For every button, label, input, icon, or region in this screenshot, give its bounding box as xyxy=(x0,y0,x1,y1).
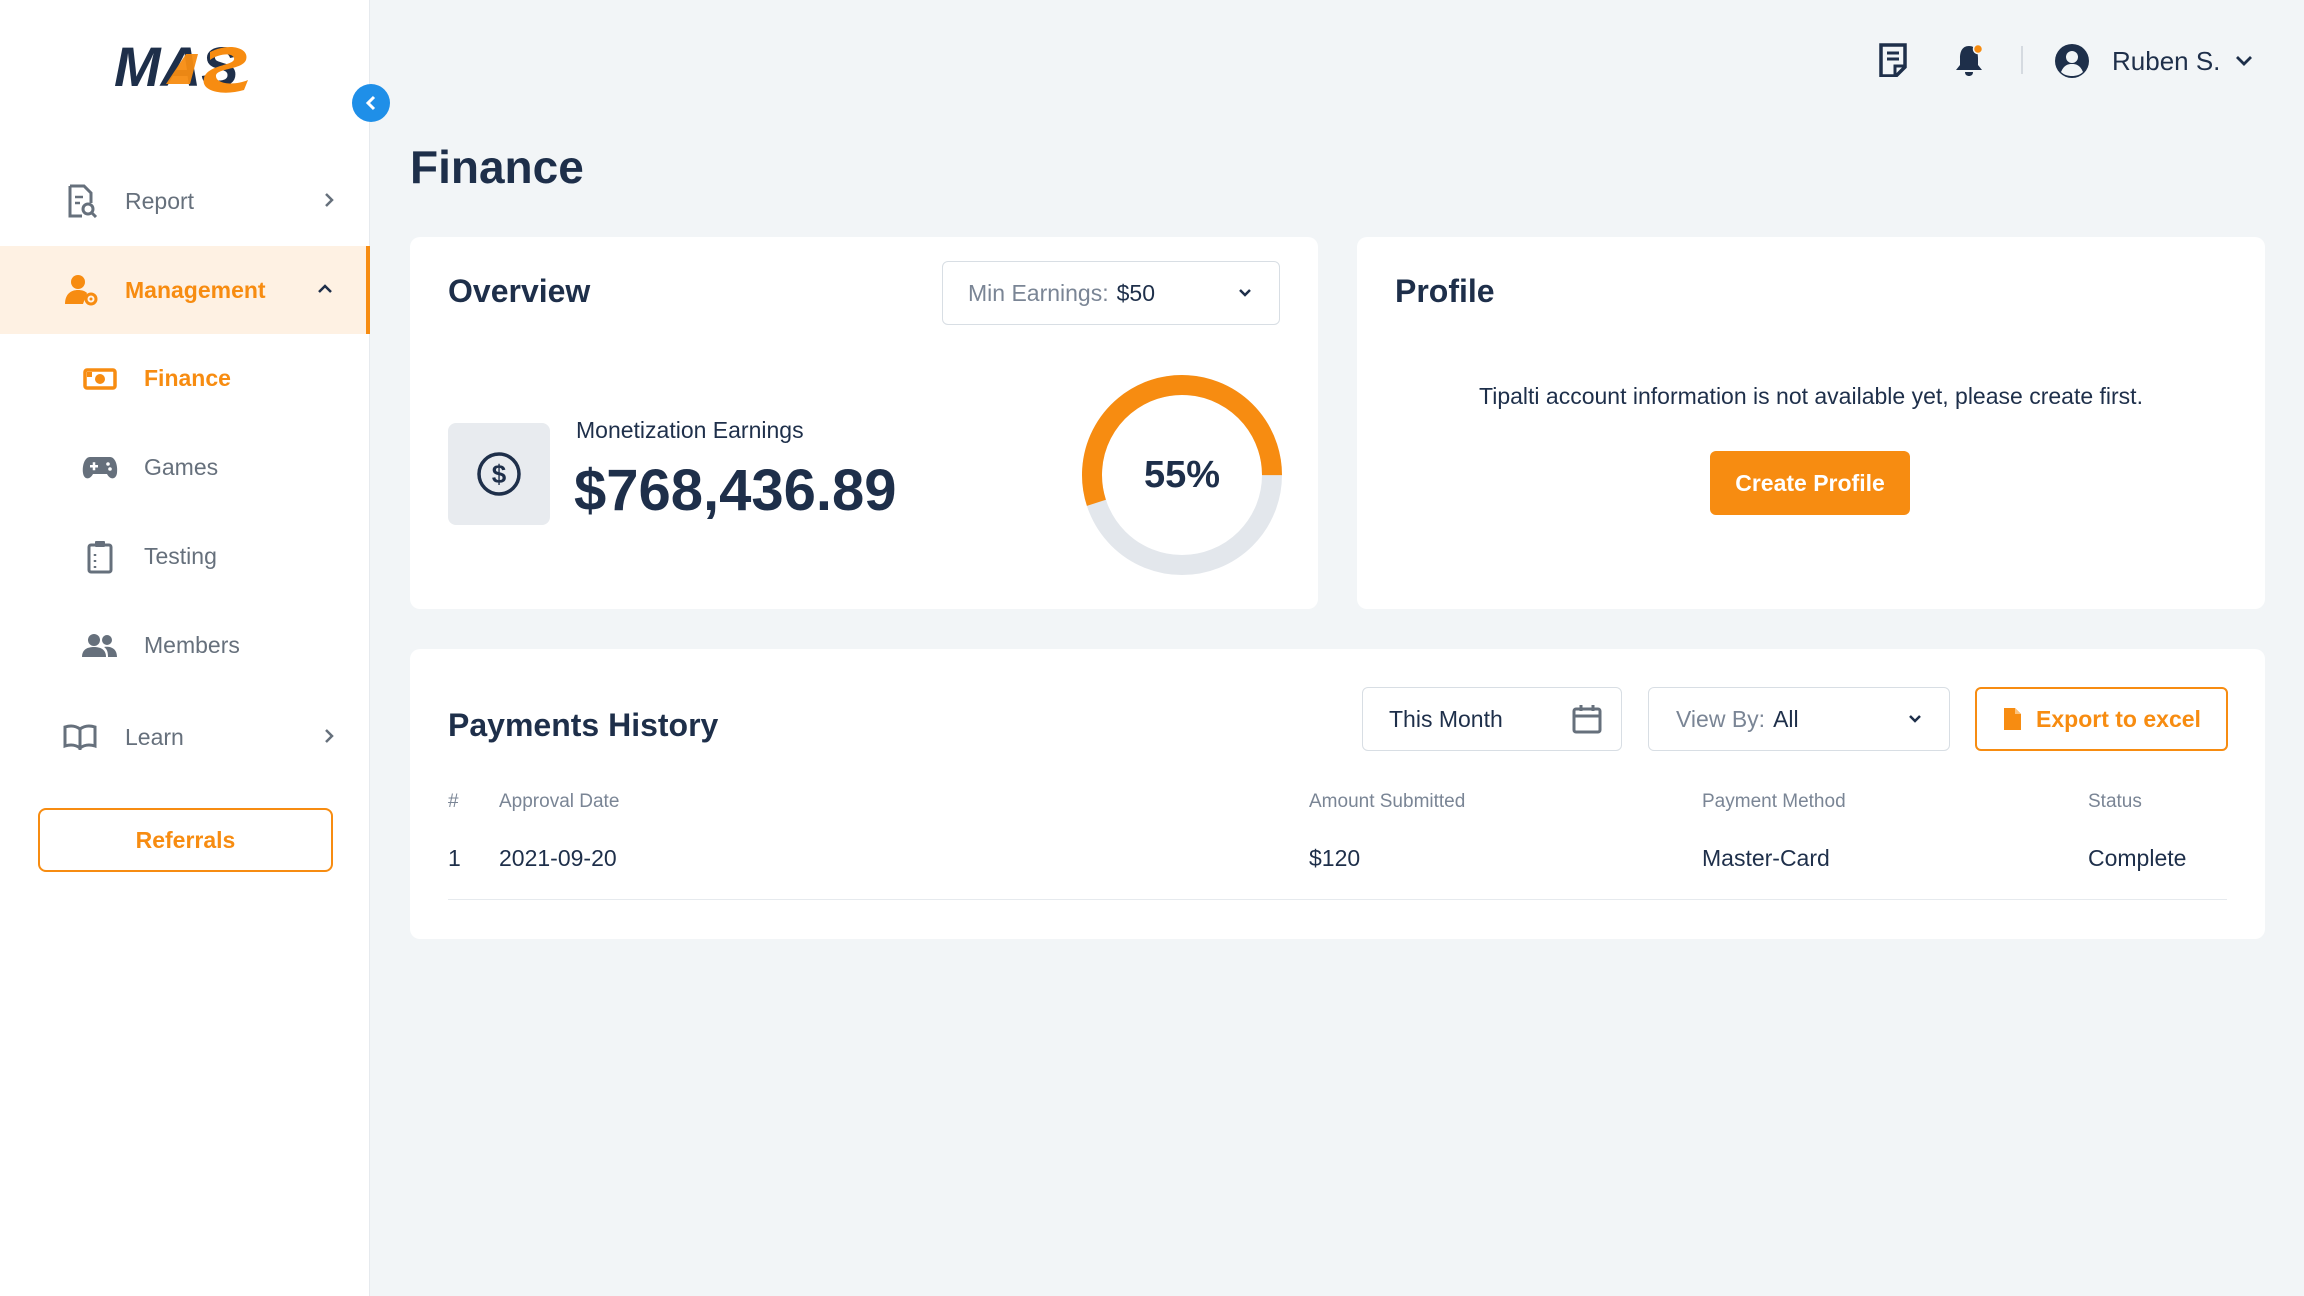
calendar-icon xyxy=(1571,703,1603,735)
overview-title: Overview xyxy=(448,273,591,309)
bell-icon xyxy=(1953,43,1985,77)
column-header-approval-date: Approval Date xyxy=(499,791,620,812)
profile-message: Tipalti account information is not avail… xyxy=(1479,383,2143,409)
clipboard-icon xyxy=(82,539,118,575)
sidebar-subitem-label: Testing xyxy=(144,543,217,569)
dropdown-value: $50 xyxy=(1116,279,1155,306)
sidebar-subitem-games[interactable]: Games xyxy=(0,424,370,512)
sidebar-subitem-label: Members xyxy=(144,632,240,658)
overview-card: Overview Min Earnings: $50 $ Monetizatio… xyxy=(410,237,1318,609)
sidebar-subitem-label: Games xyxy=(144,454,219,480)
user-gear-icon xyxy=(64,272,100,308)
view-by-dropdown[interactable]: View By: All xyxy=(1648,687,1950,751)
chevron-left-icon xyxy=(364,94,378,112)
sidebar-subitem-members[interactable]: Members xyxy=(0,602,370,690)
notifications-button[interactable] xyxy=(1949,40,1989,80)
user-menu[interactable]: Ruben S. xyxy=(2054,38,2254,84)
sidebar-item-report[interactable]: Report xyxy=(0,157,370,245)
user-avatar-icon xyxy=(2054,43,2090,79)
collapse-sidebar-button[interactable] xyxy=(352,84,390,122)
user-name: Ruben S. xyxy=(2112,45,2221,76)
chevron-up-icon xyxy=(312,276,338,302)
profile-title: Profile xyxy=(1395,273,1495,309)
column-header-amount: Amount Submitted xyxy=(1309,791,1466,812)
column-header-payment-method: Payment Method xyxy=(1702,791,1846,812)
cell-approval-date: 2021-09-20 xyxy=(499,845,617,871)
sidebar-item-management[interactable]: Management xyxy=(0,246,370,334)
book-open-icon xyxy=(62,719,98,755)
create-profile-button[interactable]: Create Profile xyxy=(1710,451,1910,515)
sidebar-subitem-testing[interactable]: Testing xyxy=(0,513,370,601)
dropdown-prefix: Min Earnings: xyxy=(968,279,1109,306)
referrals-button[interactable]: Referrals xyxy=(38,808,333,872)
payments-title: Payments History xyxy=(448,707,719,743)
mas-logo[interactable]: MAS xyxy=(112,34,252,98)
profile-card: Profile Tipalti account information is n… xyxy=(1357,237,2265,609)
cell-payment-method: Master-Card xyxy=(1702,845,1830,871)
cell-amount: $120 xyxy=(1309,845,1361,871)
svg-text:$: $ xyxy=(492,459,507,489)
users-icon xyxy=(82,628,118,664)
chevron-down-icon xyxy=(1905,709,1925,729)
sidebar-subitem-finance[interactable]: Finance xyxy=(0,335,370,423)
sidebar-item-learn[interactable]: Learn xyxy=(0,693,370,781)
chevron-right-icon xyxy=(316,723,342,749)
dropdown-value: All xyxy=(1773,705,1799,732)
notes-icon xyxy=(1878,43,1908,77)
earnings-value: $768,436.89 xyxy=(574,458,897,523)
dollar-circle-icon: $ xyxy=(476,451,522,497)
money-icon xyxy=(82,361,118,397)
date-filter-value: This Month xyxy=(1389,705,1503,732)
chevron-down-icon xyxy=(2234,54,2254,68)
sidebar-subitem-label: Finance xyxy=(144,365,231,391)
export-excel-button[interactable]: Export to excel xyxy=(1975,687,2228,751)
min-earnings-dropdown[interactable]: Min Earnings: $50 xyxy=(942,261,1280,325)
sidebar-item-label: Management xyxy=(125,276,266,303)
notes-button[interactable] xyxy=(1873,40,1913,80)
sidebar-item-label: Report xyxy=(125,187,195,214)
gamepad-icon xyxy=(82,450,118,486)
payments-history-card: Payments History This Month View By: All… xyxy=(410,649,2265,939)
column-header-status: Status xyxy=(2088,791,2142,812)
chevron-down-icon xyxy=(1235,283,1255,303)
page-title: Finance xyxy=(410,141,584,193)
date-filter[interactable]: This Month xyxy=(1362,687,1622,751)
row-divider xyxy=(448,899,2227,900)
report-search-icon xyxy=(64,183,100,219)
dropdown-prefix: View By: xyxy=(1676,705,1766,732)
sidebar-item-label: Learn xyxy=(125,723,184,750)
column-header-number: # xyxy=(448,791,459,812)
sidebar: MAS Report Management Finance Games Test… xyxy=(0,0,370,1296)
cell-number: 1 xyxy=(448,845,461,871)
chevron-right-icon xyxy=(316,187,342,213)
earnings-label: Monetization Earnings xyxy=(576,417,804,443)
export-label: Export to excel xyxy=(2036,705,2201,732)
cell-status: Complete xyxy=(2088,845,2187,871)
file-icon xyxy=(2002,707,2022,731)
earnings-icon-box: $ xyxy=(448,423,550,525)
topbar-divider xyxy=(2021,46,2023,74)
progress-percent-label: 55% xyxy=(1143,453,1221,496)
